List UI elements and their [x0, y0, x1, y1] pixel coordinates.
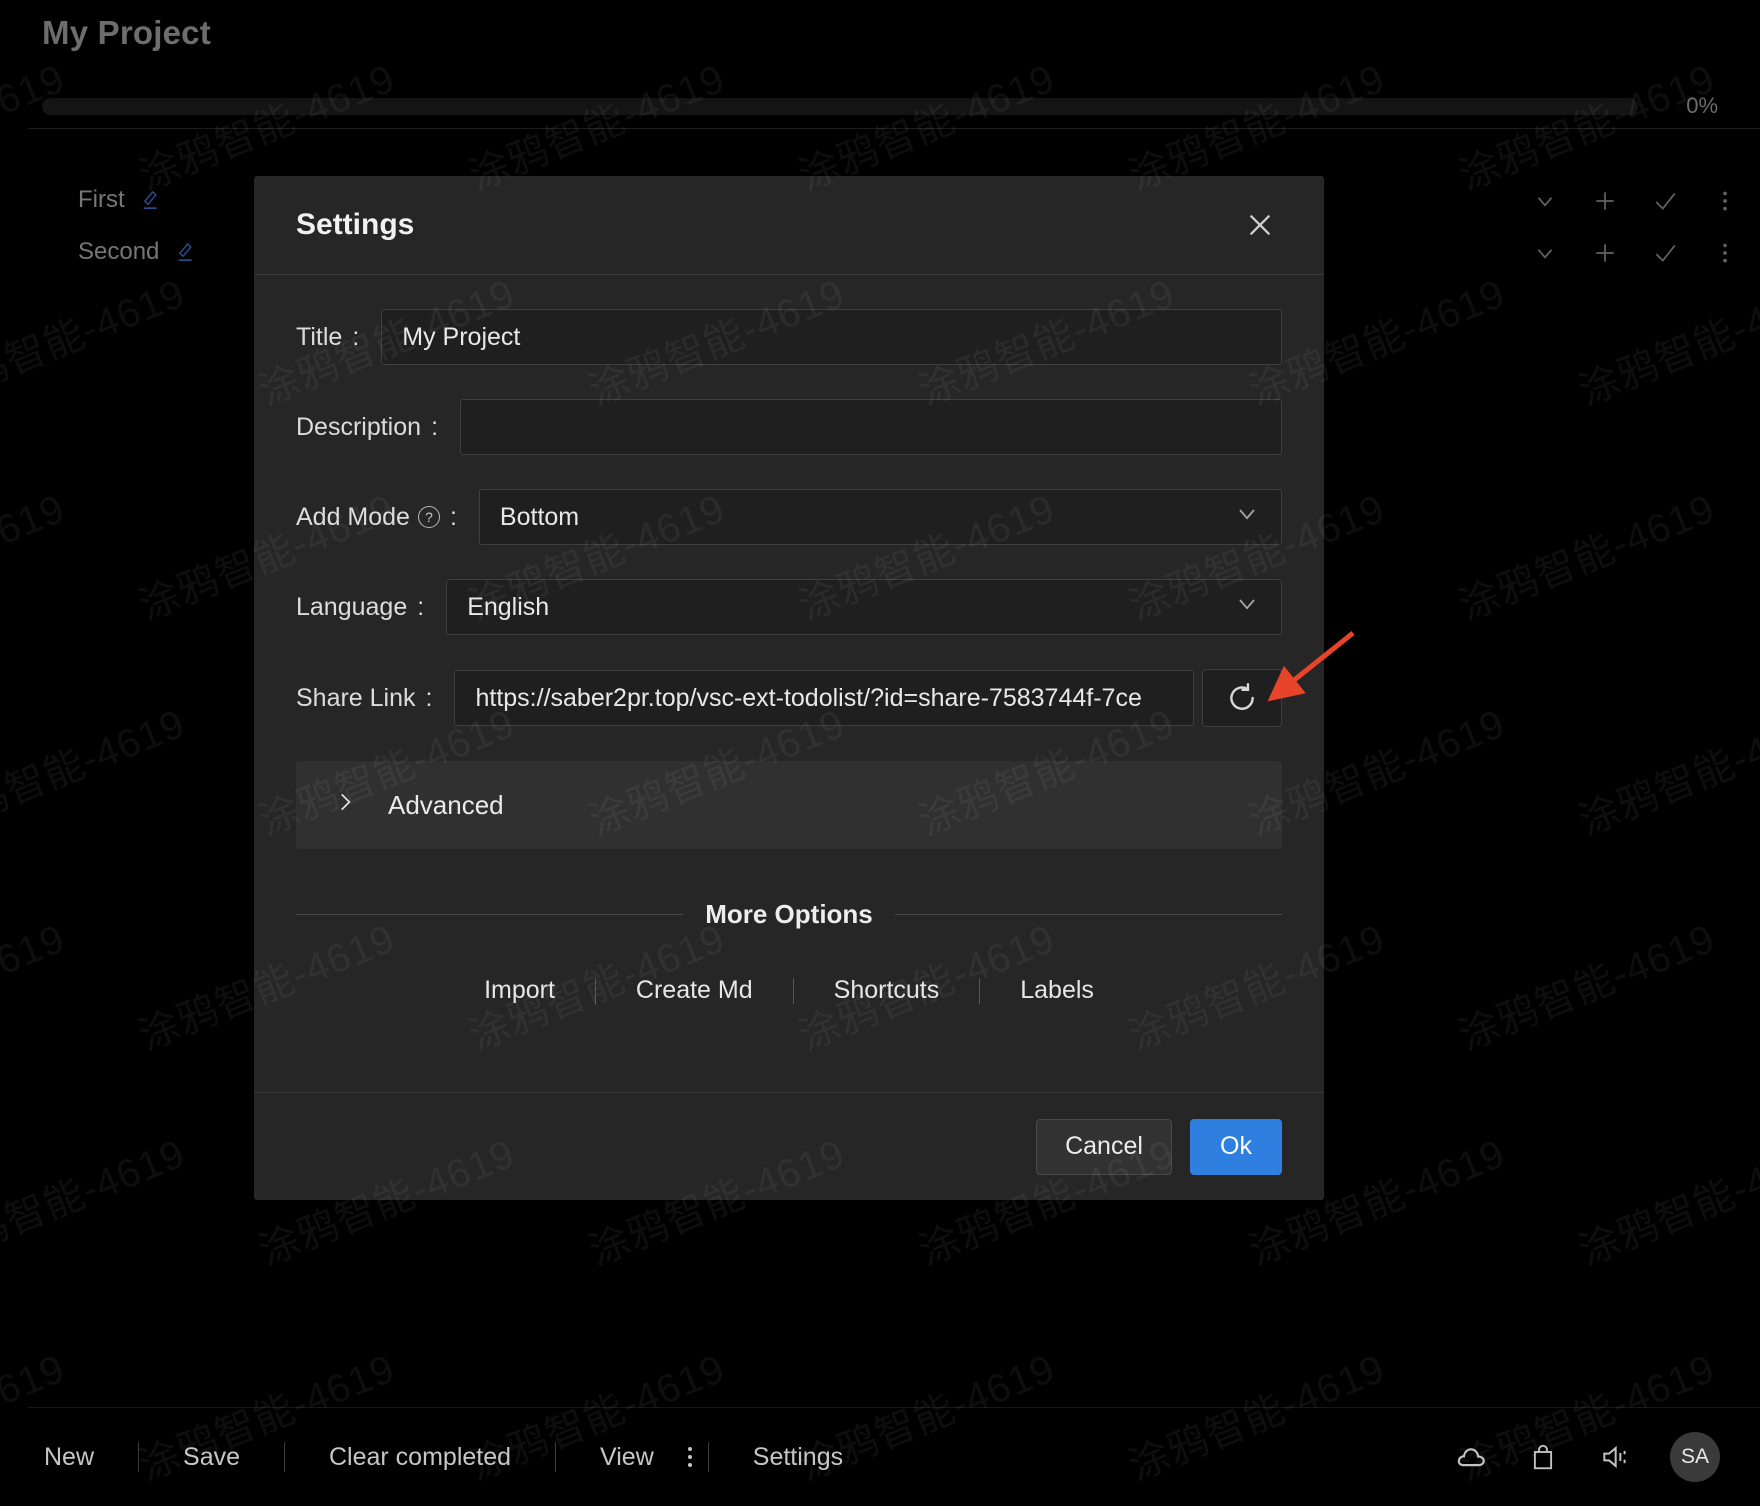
bottom-toolbar: New Save Clear completed View Settings S… [0, 1408, 1760, 1506]
language-value: English [467, 592, 550, 621]
view-more-kebab-menu-icon[interactable] [672, 1447, 708, 1467]
share-link-value: https://saber2pr.top/vsc-ext-todolist/?i… [475, 683, 1142, 712]
clear-completed-button[interactable]: Clear completed [285, 1443, 555, 1472]
app-root: My Project 0% First Second Settings Titl… [0, 0, 1760, 1506]
save-button[interactable]: Save [139, 1443, 284, 1472]
field-share-link-row: Share Link: https://saber2pr.top/vsc-ext… [296, 669, 1282, 727]
separator-line-left [296, 914, 684, 915]
add-mode-label-text: Add Mode [296, 502, 410, 531]
question-mark-icon[interactable]: ? [417, 506, 440, 528]
add-mode-label: Add Mode ?: [296, 502, 457, 531]
dialog-body: Title: My Project Description: Add Mode … [254, 275, 1324, 1092]
refresh-icon[interactable] [1202, 669, 1282, 727]
cancel-button[interactable]: Cancel [1036, 1118, 1172, 1175]
language-label: Language: [296, 592, 425, 621]
close-icon[interactable] [1238, 203, 1282, 247]
chevron-down-icon [1233, 590, 1261, 625]
import-link[interactable]: Import [444, 976, 595, 1005]
settings-button[interactable]: Settings [709, 1443, 887, 1472]
field-title-row: Title: My Project [296, 309, 1282, 365]
more-options-heading: More Options [705, 899, 873, 929]
dialog-header: Settings [254, 176, 1324, 275]
labels-link[interactable]: Labels [980, 976, 1134, 1005]
dialog-footer: Cancel Ok [254, 1092, 1324, 1200]
field-description-row: Description: [296, 399, 1282, 455]
bottom-toolbar-left: New Save Clear completed View Settings [0, 1442, 887, 1472]
share-link-input[interactable]: https://saber2pr.top/vsc-ext-todolist/?i… [454, 670, 1194, 726]
description-label-text: Description [296, 412, 422, 441]
new-button[interactable]: New [0, 1443, 138, 1472]
cloud-icon[interactable] [1454, 1440, 1488, 1474]
share-link-label-text: Share Link [296, 683, 416, 712]
description-input[interactable] [460, 399, 1282, 455]
bottom-toolbar-right: SA [1454, 1432, 1760, 1482]
description-label: Description: [296, 412, 439, 441]
settings-dialog: Settings Title: My Project Description: [254, 176, 1324, 1200]
field-language-row: Language: English [296, 579, 1282, 635]
create-md-link[interactable]: Create Md [596, 976, 793, 1005]
add-mode-select[interactable]: Bottom [478, 489, 1282, 545]
title-label: Title: [296, 322, 360, 351]
dialog-title: Settings [296, 208, 415, 241]
chevron-down-icon [1233, 500, 1261, 535]
field-add-mode-row: Add Mode ?: Bottom [296, 489, 1282, 545]
avatar[interactable]: SA [1670, 1432, 1720, 1482]
title-input-value: My Project [402, 322, 521, 351]
language-select[interactable]: English [446, 579, 1282, 635]
language-label-text: Language [296, 592, 408, 621]
advanced-section-toggle[interactable]: Advanced [296, 761, 1282, 849]
title-input[interactable]: My Project [381, 309, 1282, 365]
ok-button[interactable]: Ok [1190, 1118, 1282, 1175]
more-options-links: Import Create Md Shortcuts Labels [296, 976, 1282, 1005]
title-label-text: Title [296, 322, 343, 351]
share-link-label: Share Link: [296, 683, 433, 712]
shopping-bag-icon[interactable] [1526, 1440, 1560, 1474]
separator-line-right [894, 914, 1282, 915]
advanced-label: Advanced [388, 789, 504, 820]
speaker-icon[interactable] [1598, 1440, 1632, 1474]
more-options-separator: More Options [296, 899, 1282, 930]
shortcuts-link[interactable]: Shortcuts [794, 976, 980, 1005]
add-mode-value: Bottom [499, 502, 580, 531]
chevron-right-icon [332, 789, 358, 822]
